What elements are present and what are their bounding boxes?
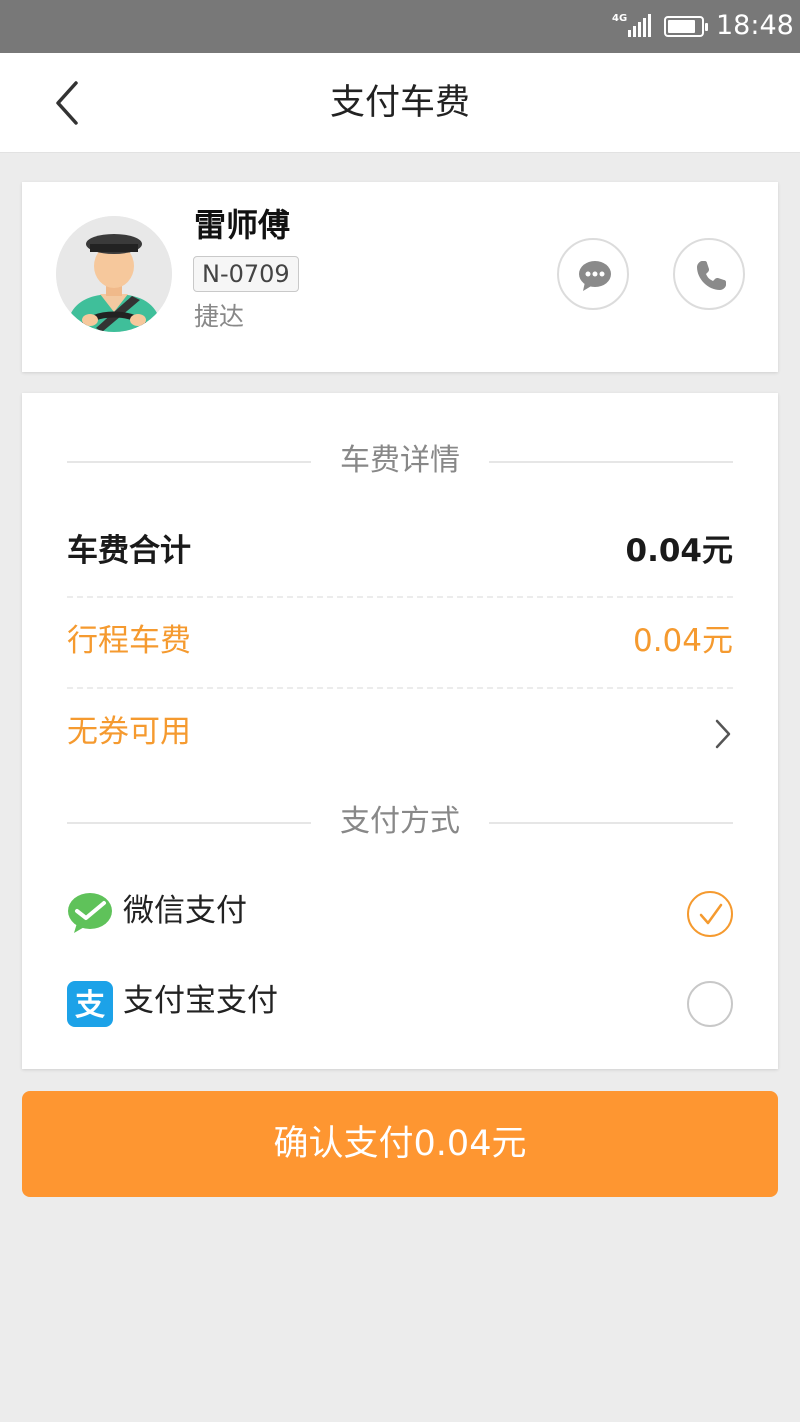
status-bar: 4G 18:48	[0, 0, 800, 53]
wechat-pay-icon	[68, 893, 112, 933]
coupon-label: 无券可用	[67, 714, 191, 750]
checkmark-icon	[699, 903, 723, 925]
alipay-label: 支付宝支付	[123, 983, 278, 1019]
navigation-header: 支付车费	[0, 53, 800, 153]
phone-icon	[697, 261, 726, 290]
call-driver-button[interactable]	[673, 238, 745, 310]
alipay-radio[interactable]	[687, 981, 733, 1027]
driver-card: 雷师傅 N-0709 捷达	[22, 182, 778, 372]
message-driver-button[interactable]	[557, 238, 629, 310]
pay-method-wechat[interactable]: 微信支付	[67, 883, 733, 943]
license-plate: N-0709	[193, 256, 299, 292]
divider	[489, 822, 733, 824]
battery-icon	[664, 16, 708, 37]
fare-total-value: 0.04元	[625, 533, 734, 569]
chat-bubble-icon	[579, 261, 611, 291]
wechat-pay-label: 微信支付	[123, 893, 247, 929]
pay-method-alipay[interactable]: 支 支付宝支付	[67, 973, 733, 1033]
alipay-icon: 支	[67, 981, 113, 1027]
page-title: 支付车费	[329, 83, 470, 123]
car-model: 捷达	[194, 302, 245, 331]
divider	[489, 461, 733, 463]
fare-section-header: 车费详情	[67, 441, 733, 481]
dashed-divider	[67, 687, 733, 689]
dashed-divider	[67, 596, 733, 598]
payment-section-header: 支付方式	[67, 802, 733, 842]
clock: 18:48	[716, 10, 794, 41]
trip-fare-label: 行程车费	[67, 623, 191, 659]
fare-total-label: 车费合计	[67, 533, 191, 569]
trip-fare-value: 0.04元	[632, 623, 733, 659]
wechat-pay-radio[interactable]	[687, 891, 733, 937]
confirm-payment-button[interactable]: 确认支付0.04元	[22, 1091, 778, 1197]
coupon-row[interactable]: 无券可用	[67, 706, 733, 756]
signal-icon: 4G	[612, 14, 652, 38]
fare-total-row: 车费合计 0.04元	[67, 525, 733, 575]
fare-card: 车费详情 车费合计 0.04元 行程车费 0.04元 无券可用 支付方式 微信支…	[22, 393, 778, 1069]
chevron-right-icon	[715, 719, 731, 749]
driver-name: 雷师傅	[194, 206, 291, 244]
svg-text:支: 支	[75, 988, 105, 1023]
trip-fare-row: 行程车费 0.04元	[67, 615, 733, 665]
driver-avatar	[56, 216, 172, 332]
